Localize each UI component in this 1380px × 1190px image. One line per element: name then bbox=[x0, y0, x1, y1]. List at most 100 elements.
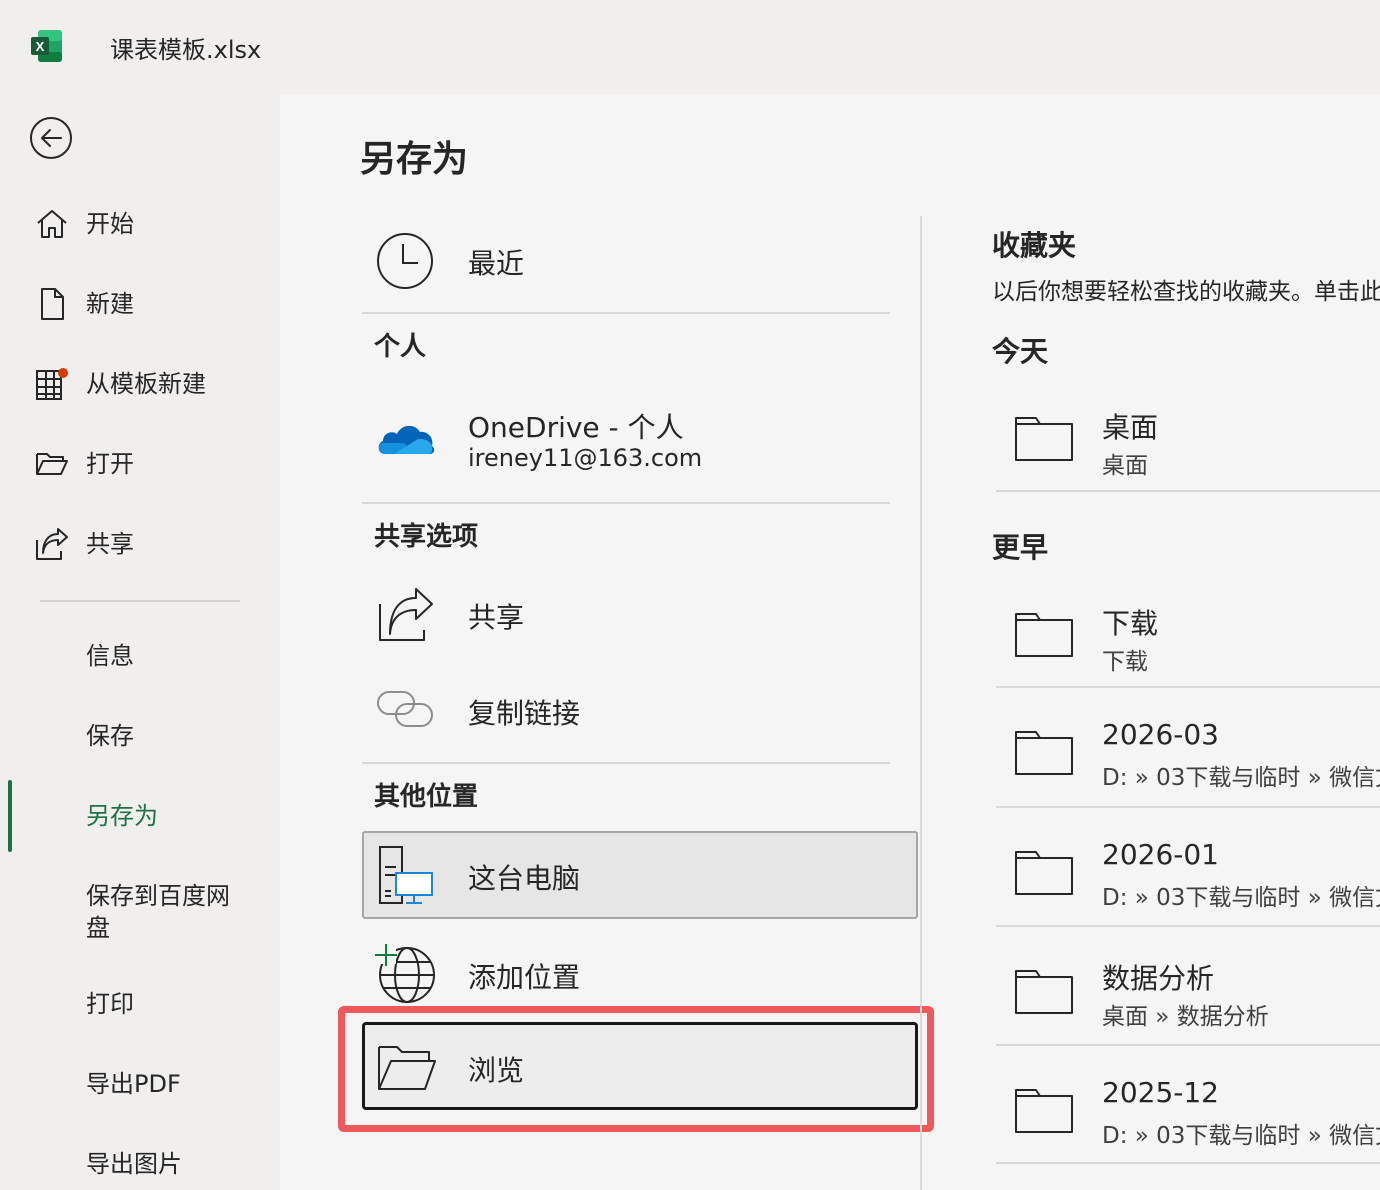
folder-list: 收藏夹 以后你想要轻松查找的收藏夹。单击此处 今天 桌面 桌面 更早 下载 下载… bbox=[992, 94, 1380, 1190]
nav-export-pdf[interactable]: 导出PDF bbox=[0, 1054, 280, 1114]
row-separator bbox=[996, 1162, 1380, 1164]
folder-path: 桌面 bbox=[1102, 453, 1148, 479]
nav-export-image-label: 导出图片 bbox=[86, 1150, 182, 1178]
favorites-header: 收藏夹 bbox=[992, 229, 1077, 262]
nav-save-label: 保存 bbox=[86, 722, 134, 750]
new-document-icon bbox=[41, 288, 64, 320]
globe-add-icon bbox=[374, 942, 435, 1003]
nav-export-image[interactable]: 导出图片 bbox=[0, 1134, 280, 1190]
folder-path: 下载 bbox=[1102, 649, 1148, 675]
nav-separator bbox=[40, 600, 240, 602]
onedrive-cloud-icon bbox=[378, 425, 435, 454]
location-this-pc[interactable]: 这台电脑 bbox=[362, 831, 918, 919]
folder-item[interactable]: 桌面 桌面 bbox=[996, 374, 1380, 492]
nav-open[interactable]: 打开 bbox=[0, 434, 280, 494]
highlight-annotation bbox=[338, 1006, 934, 1132]
location-share[interactable]: 共享 bbox=[362, 578, 916, 650]
nav-home-label: 开始 bbox=[86, 210, 134, 238]
backstage-nav: 开始 新建 从模板新建 打开 共享 信息 保存 另存为 保存到百度网盘 打印 导… bbox=[0, 94, 280, 1190]
folder-item[interactable]: 2025-12 D: » 03下载与临时 » 微信文件 bbox=[996, 1048, 1380, 1166]
location-share-label: 共享 bbox=[468, 601, 525, 634]
column-separator bbox=[920, 216, 922, 1190]
home-icon bbox=[37, 210, 67, 238]
nav-save-as[interactable]: 另存为 bbox=[0, 786, 280, 846]
folder-path: 桌面 » 数据分析 bbox=[1102, 1004, 1269, 1030]
nav-save-to-baidu-label: 保存到百度网盘 bbox=[86, 882, 230, 942]
separator bbox=[362, 502, 890, 504]
folder-path: D: » 03下载与临时 » 微信文件 bbox=[1102, 885, 1380, 911]
folder-item[interactable]: 数据分析 桌面 » 数据分析 bbox=[996, 929, 1380, 1047]
row-separator bbox=[996, 925, 1380, 927]
folder-path: D: » 03下载与临时 » 微信文件 bbox=[1102, 1123, 1380, 1149]
nav-new-label: 新建 bbox=[86, 290, 134, 318]
folder-item[interactable]: 2026-01 D: » 03下载与临时 » 微信文件 bbox=[996, 810, 1380, 928]
nav-open-label: 打开 bbox=[86, 450, 134, 478]
page-title: 另存为 bbox=[360, 139, 469, 180]
folder-name: 2025-12 bbox=[1102, 1076, 1219, 1109]
separator bbox=[362, 312, 890, 314]
today-header: 今天 bbox=[992, 335, 1049, 368]
folder-icon bbox=[1015, 851, 1073, 895]
svg-text:X: X bbox=[36, 39, 45, 54]
folder-name: 2026-03 bbox=[1102, 718, 1219, 751]
separator bbox=[362, 762, 890, 764]
share-icon bbox=[36, 528, 68, 560]
nav-home[interactable]: 开始 bbox=[0, 194, 280, 254]
nav-print[interactable]: 打印 bbox=[0, 974, 280, 1034]
template-icon bbox=[36, 368, 68, 400]
location-add-place-label: 添加位置 bbox=[468, 961, 581, 994]
onedrive-name: OneDrive - 个人 bbox=[468, 411, 684, 444]
nav-save-to-baidu[interactable]: 保存到百度网盘 bbox=[0, 866, 280, 946]
row-separator bbox=[996, 686, 1380, 688]
nav-export-pdf-label: 导出PDF bbox=[86, 1070, 181, 1098]
open-folder-icon bbox=[36, 453, 68, 475]
nav-info-label: 信息 bbox=[86, 642, 134, 670]
nav-save[interactable]: 保存 bbox=[0, 706, 280, 766]
folder-name: 下载 bbox=[1102, 607, 1159, 640]
folder-icon bbox=[1015, 613, 1073, 657]
onedrive-account: ireney11@163.com bbox=[468, 444, 703, 472]
row-separator bbox=[996, 806, 1380, 808]
link-icon bbox=[377, 691, 433, 727]
nav-share[interactable]: 共享 bbox=[0, 514, 280, 574]
folder-item[interactable]: 下载 下载 bbox=[996, 570, 1380, 688]
section-personal: 个人 bbox=[374, 332, 427, 362]
nav-new-from-template-label: 从模板新建 bbox=[86, 370, 206, 398]
nav-share-label: 共享 bbox=[86, 530, 134, 558]
title-bar: X 课表模板.xlsx bbox=[0, 0, 1380, 94]
location-onedrive[interactable]: OneDrive - 个人 ireney11@163.com bbox=[362, 394, 916, 484]
share-icon bbox=[379, 588, 433, 641]
save-as-pane: 另存为 最近 个人 OneDrive - 个人 ireney11@163.com… bbox=[280, 94, 1380, 1190]
nav-new-from-template[interactable]: 从模板新建 bbox=[0, 354, 280, 414]
folder-icon bbox=[1015, 1089, 1073, 1133]
nav-save-as-label: 另存为 bbox=[86, 802, 158, 830]
nav-print-label: 打印 bbox=[86, 990, 134, 1018]
folder-name: 2026-01 bbox=[1102, 838, 1219, 871]
clock-icon bbox=[377, 233, 433, 289]
section-share-options: 共享选项 bbox=[374, 522, 479, 552]
location-copy-link-label: 复制链接 bbox=[468, 697, 581, 730]
nav-new[interactable]: 新建 bbox=[0, 274, 280, 334]
folder-icon bbox=[1015, 417, 1073, 461]
back-arrow-icon[interactable] bbox=[29, 116, 73, 160]
folder-item[interactable]: 2026-03 D: » 03下载与临时 » 微信文件 bbox=[996, 690, 1380, 808]
row-separator bbox=[996, 490, 1380, 492]
earlier-header: 更早 bbox=[992, 531, 1049, 564]
location-this-pc-label: 这台电脑 bbox=[468, 862, 581, 895]
document-title: 课表模板.xlsx bbox=[110, 36, 262, 64]
computer-icon bbox=[379, 846, 433, 904]
folder-icon bbox=[1015, 731, 1073, 775]
location-recent[interactable]: 最近 bbox=[362, 224, 916, 298]
location-recent-label: 最近 bbox=[468, 247, 525, 280]
favorites-description: 以后你想要轻松查找的收藏夹。单击此处 bbox=[992, 279, 1380, 305]
folder-name: 桌面 bbox=[1102, 411, 1159, 444]
row-separator bbox=[996, 1044, 1380, 1046]
excel-icon: X bbox=[31, 30, 62, 62]
location-add-place[interactable]: 添加位置 bbox=[362, 940, 916, 1012]
nav-info[interactable]: 信息 bbox=[0, 626, 280, 686]
folder-icon bbox=[1015, 970, 1073, 1014]
location-copy-link[interactable]: 复制链接 bbox=[362, 676, 916, 748]
folder-path: D: » 03下载与临时 » 微信文件 bbox=[1102, 765, 1380, 791]
folder-name: 数据分析 bbox=[1102, 962, 1215, 995]
section-other-locations: 其他位置 bbox=[374, 782, 479, 812]
